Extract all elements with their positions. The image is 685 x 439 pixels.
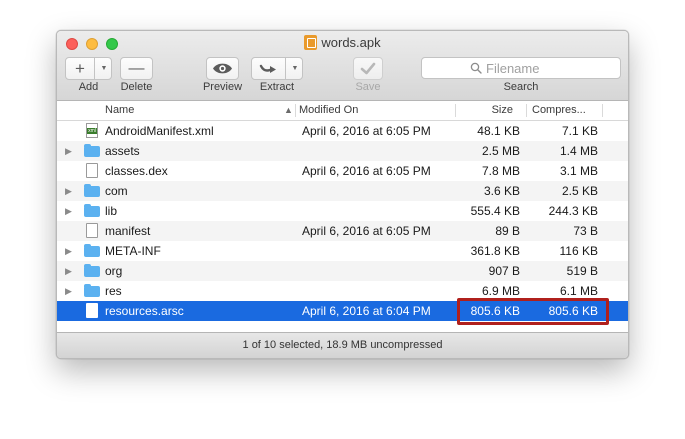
table-row[interactable]: ▶ META-INF 361.8 KB 116 KB — [57, 241, 628, 261]
save-label: Save — [355, 81, 381, 93]
column-header-modified[interactable]: Modified On — [299, 101, 358, 120]
row-modified: April 6, 2016 at 6:05 PM — [302, 124, 431, 138]
table-row[interactable]: manifest April 6, 2016 at 6:05 PM 89 B 7… — [57, 221, 628, 241]
column-divider[interactable] — [526, 104, 527, 117]
extract-label: Extract — [259, 81, 295, 93]
table-row[interactable]: ▶ lib 555.4 KB 244.3 KB — [57, 201, 628, 221]
column-divider[interactable] — [455, 104, 456, 117]
row-name: resources.arsc — [105, 304, 184, 318]
column-header-name[interactable]: Name — [105, 101, 134, 120]
row-compressed: 7.1 KB — [561, 124, 598, 138]
folder-icon — [84, 144, 100, 157]
delete-button[interactable]: — — [120, 57, 153, 80]
sort-ascending-icon: ▲ — [284, 105, 293, 115]
row-size: 2.5 MB — [481, 144, 520, 158]
column-header-size[interactable]: Size — [462, 101, 513, 120]
folder-icon — [84, 284, 100, 297]
table-row[interactable]: ▶ assets 2.5 MB 1.4 MB — [57, 141, 628, 161]
status-text: 1 of 10 selected, 18.9 MB uncompressed — [242, 339, 443, 351]
archive-window: words.apk + ▼ Add — Delete Preview ▼ Ext… — [56, 30, 629, 359]
add-dropdown-chevron-icon[interactable]: ▼ — [97, 58, 111, 79]
row-name: classes.dex — [105, 164, 168, 178]
size-highlight-box — [457, 298, 609, 325]
row-size: 89 B — [495, 224, 520, 238]
window-title: words.apk — [57, 34, 628, 52]
row-name: assets — [105, 144, 140, 158]
extract-arrow-icon — [259, 64, 276, 73]
row-compressed: 3.1 MB — [559, 164, 598, 178]
row-modified: April 6, 2016 at 6:05 PM — [302, 224, 431, 238]
extract-button[interactable]: ▼ — [251, 57, 303, 80]
row-compressed: 73 B — [573, 224, 598, 238]
row-name: com — [105, 184, 128, 198]
document-icon — [86, 223, 98, 238]
row-name: res — [105, 284, 122, 298]
add-button[interactable]: + ▼ — [65, 57, 112, 80]
row-compressed: 2.5 KB — [561, 184, 598, 198]
titlebar: words.apk + ▼ Add — Delete Preview ▼ Ext… — [57, 31, 628, 101]
column-divider[interactable] — [602, 104, 603, 117]
disclosure-triangle-icon[interactable]: ▶ — [65, 181, 75, 201]
minus-icon: — — [128, 60, 145, 77]
row-name: AndroidManifest.xml — [105, 124, 214, 138]
row-compressed: 1.4 MB — [559, 144, 598, 158]
window-title-text: words.apk — [321, 35, 381, 50]
folder-icon — [84, 264, 100, 277]
row-name: META-INF — [105, 244, 161, 258]
document-icon — [86, 303, 98, 318]
row-size: 7.8 MB — [481, 164, 520, 178]
folder-icon — [84, 184, 100, 197]
row-name: org — [105, 264, 123, 278]
row-size: 361.8 KB — [470, 244, 520, 258]
archive-file-icon — [304, 35, 318, 50]
magnifier-icon — [470, 62, 482, 74]
document-icon — [86, 163, 98, 178]
search-input[interactable] — [486, 60, 606, 76]
plus-icon: + — [75, 59, 85, 78]
add-split-divider — [94, 58, 95, 79]
row-modified: April 6, 2016 at 6:05 PM — [302, 164, 431, 178]
row-size: 907 B — [488, 264, 520, 278]
disclosure-triangle-icon[interactable]: ▶ — [65, 281, 75, 301]
disclosure-triangle-icon[interactable]: ▶ — [65, 201, 75, 221]
file-list: AndroidManifest.xml April 6, 2016 at 6:0… — [57, 121, 628, 321]
row-compressed: 244.3 KB — [548, 204, 598, 218]
row-size: 3.6 KB — [483, 184, 520, 198]
delete-label: Delete — [120, 81, 153, 93]
row-compressed: 116 KB — [559, 244, 598, 258]
folder-icon — [84, 244, 100, 257]
table-row[interactable]: classes.dex April 6, 2016 at 6:05 PM 7.8… — [57, 161, 628, 181]
column-divider[interactable] — [295, 104, 296, 117]
preview-button[interactable] — [206, 57, 239, 80]
table-row[interactable]: AndroidManifest.xml April 6, 2016 at 6:0… — [57, 121, 628, 141]
extract-split-divider — [285, 58, 286, 79]
search-field[interactable] — [421, 57, 621, 79]
column-header-compressed[interactable]: Compres... — [532, 101, 586, 120]
extract-dropdown-chevron-icon[interactable]: ▼ — [288, 58, 302, 79]
eye-icon — [213, 63, 232, 74]
disclosure-triangle-icon[interactable]: ▶ — [65, 241, 75, 261]
row-name: lib — [105, 204, 118, 218]
save-button[interactable] — [353, 57, 383, 80]
folder-icon — [84, 204, 100, 217]
status-bar: 1 of 10 selected, 18.9 MB uncompressed — [57, 332, 628, 358]
disclosure-triangle-icon[interactable]: ▶ — [65, 261, 75, 281]
add-label: Add — [78, 81, 99, 93]
table-row[interactable]: ▶ com 3.6 KB 2.5 KB — [57, 181, 628, 201]
row-size: 555.4 KB — [470, 204, 520, 218]
column-header-row: Name ▲ Modified On Size Compres... — [57, 101, 628, 121]
checkmark-icon — [360, 62, 376, 75]
search-label: Search — [503, 81, 539, 93]
preview-label: Preview — [202, 81, 243, 93]
row-name: manifest — [105, 224, 151, 238]
xml-file-icon — [86, 123, 98, 138]
row-modified: April 6, 2016 at 6:04 PM — [302, 304, 431, 318]
row-size: 48.1 KB — [477, 124, 520, 138]
disclosure-triangle-icon[interactable]: ▶ — [65, 141, 75, 161]
table-row[interactable]: ▶ org 907 B 519 B — [57, 261, 628, 281]
row-compressed: 519 B — [566, 264, 598, 278]
